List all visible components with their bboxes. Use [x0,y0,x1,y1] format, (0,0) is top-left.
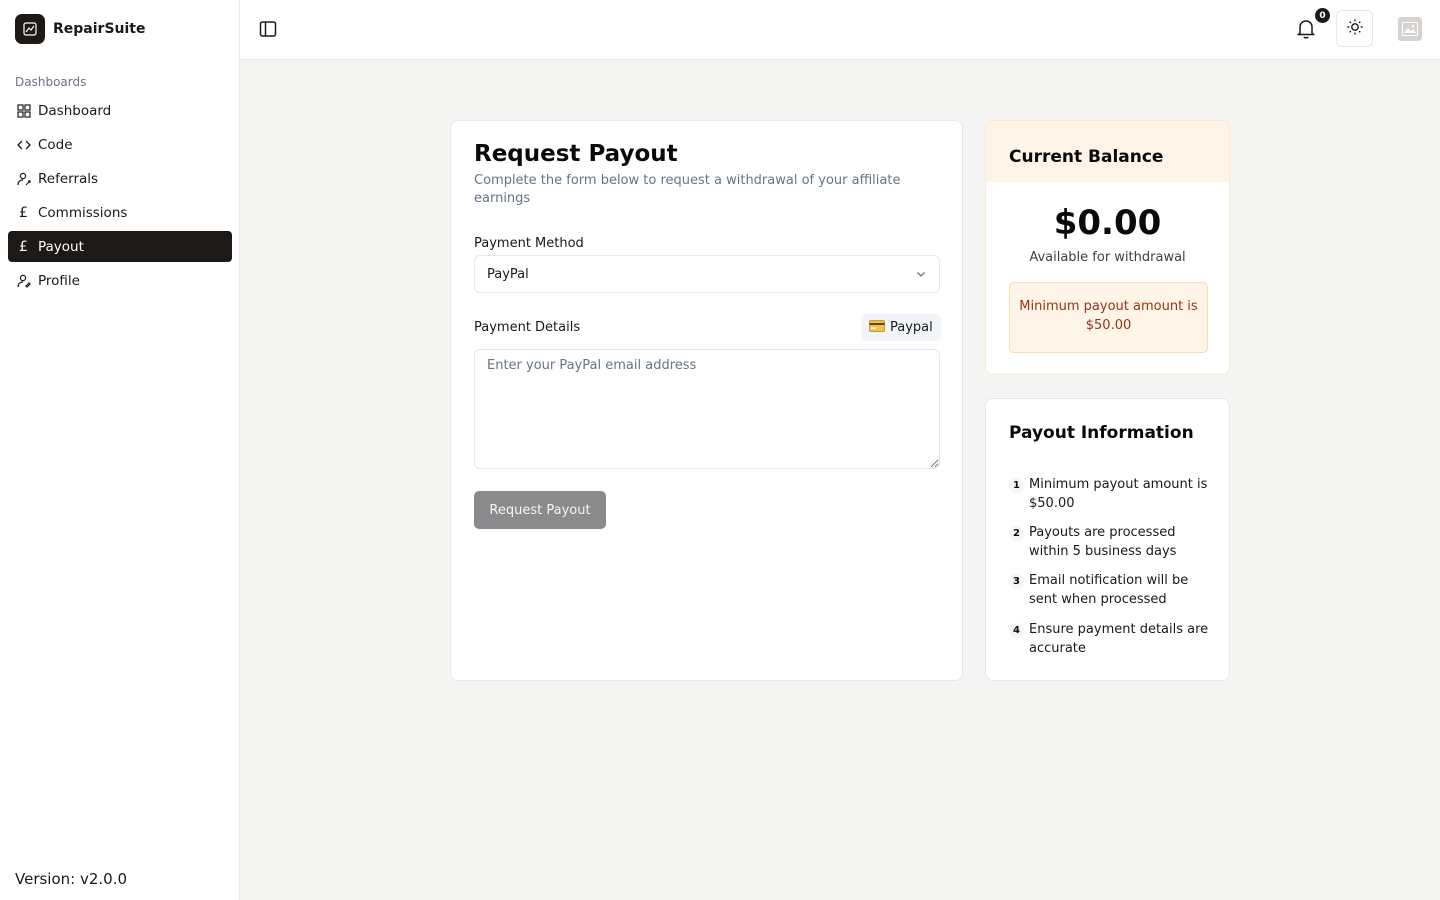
pound-icon: £ [19,204,28,221]
list-item-text: Email notification will be sent when pro… [1029,573,1189,607]
payment-method-badge: Paypal [861,314,941,341]
list-item: 3 Email notification will be sent when p… [1009,571,1214,609]
step-number: 3 [1009,574,1024,589]
user-icon [16,273,31,288]
top-header: 0 [240,0,1440,60]
list-item: 1 Minimum payout amount is $50.00 [1009,475,1214,513]
balance-amount: $0.00 [1053,203,1162,243]
payment-details-label: Payment Details [474,320,581,335]
payout-info-card: Payout Information 1 Minimum payout amou… [985,398,1230,681]
payment-method-value: PayPal [487,266,529,282]
list-item-text: Payouts are processed within 5 business … [1029,525,1177,559]
sidebar: RepairSuite Dashboards Dashboard Code Re… [0,0,240,900]
current-balance-card: Current Balance $0.00 Available for with… [985,120,1230,375]
balance-available-label: Available for withdrawal [1029,250,1186,265]
balance-title: Current Balance [1009,147,1164,167]
sidebar-nav: Dashboard Code Referrals £ Commissions £… [8,95,232,299]
pound-icon: £ [19,238,28,255]
nav-section-label: Dashboards [15,75,87,89]
list-item: 2 Payouts are processed within 5 busines… [1009,523,1214,561]
payment-method-badge-label: Paypal [890,320,933,335]
payment-method-label: Payment Method [474,236,584,251]
theme-toggle-button[interactable] [1336,10,1373,47]
sidebar-item-profile[interactable]: Profile [8,265,232,296]
step-number: 1 [1009,478,1024,493]
payment-method-select[interactable]: PayPal [474,255,940,293]
sidebar-toggle-icon[interactable] [258,19,278,39]
brand[interactable]: RepairSuite [15,14,145,44]
sidebar-item-label: Profile [38,272,80,289]
brand-logo [15,14,45,44]
payment-details-input[interactable] [474,349,940,469]
step-number: 2 [1009,526,1024,541]
sidebar-item-label: Referrals [38,170,99,187]
sidebar-item-label: Dashboard [38,102,112,119]
sidebar-item-referrals[interactable]: Referrals [8,163,232,194]
info-title: Payout Information [1009,423,1194,443]
sidebar-item-label: Payout [38,238,84,255]
sidebar-item-payout[interactable]: £ Payout [8,231,232,262]
sidebar-item-commissions[interactable]: £ Commissions [8,197,232,228]
sidebar-item-code[interactable]: Code [8,129,232,160]
list-item-text: Ensure payment details are accurate [1029,622,1209,656]
chevron-down-icon [915,268,927,284]
credit-card-icon [869,319,885,336]
user-referral-icon [16,171,31,186]
app-version: Version: v2.0.0 [15,870,128,888]
sidebar-item-label: Code [38,136,73,153]
page-title: Request Payout [474,141,678,167]
list-item: 4 Ensure payment details are accurate [1009,620,1214,658]
bell-icon[interactable] [1296,18,1316,40]
notification-badge: 0 [1315,8,1330,23]
sidebar-item-label: Commissions [38,204,128,221]
avatar[interactable] [1398,17,1422,41]
sun-icon [1346,18,1364,40]
payout-form-card: Request Payout Complete the form below t… [450,120,963,681]
step-number: 4 [1009,623,1024,638]
request-payout-button[interactable]: Request Payout [474,491,606,529]
minimum-payout-alert: Minimum payout amount is $50.00 [1009,282,1208,353]
code-icon [16,137,31,152]
list-item-text: Minimum payout amount is $50.00 [1029,477,1208,511]
form-subtitle: Complete the form below to request a wit… [474,173,901,206]
sidebar-item-dashboard[interactable]: Dashboard [8,95,232,126]
grid-icon [16,103,31,118]
brand-name: RepairSuite [53,21,146,37]
